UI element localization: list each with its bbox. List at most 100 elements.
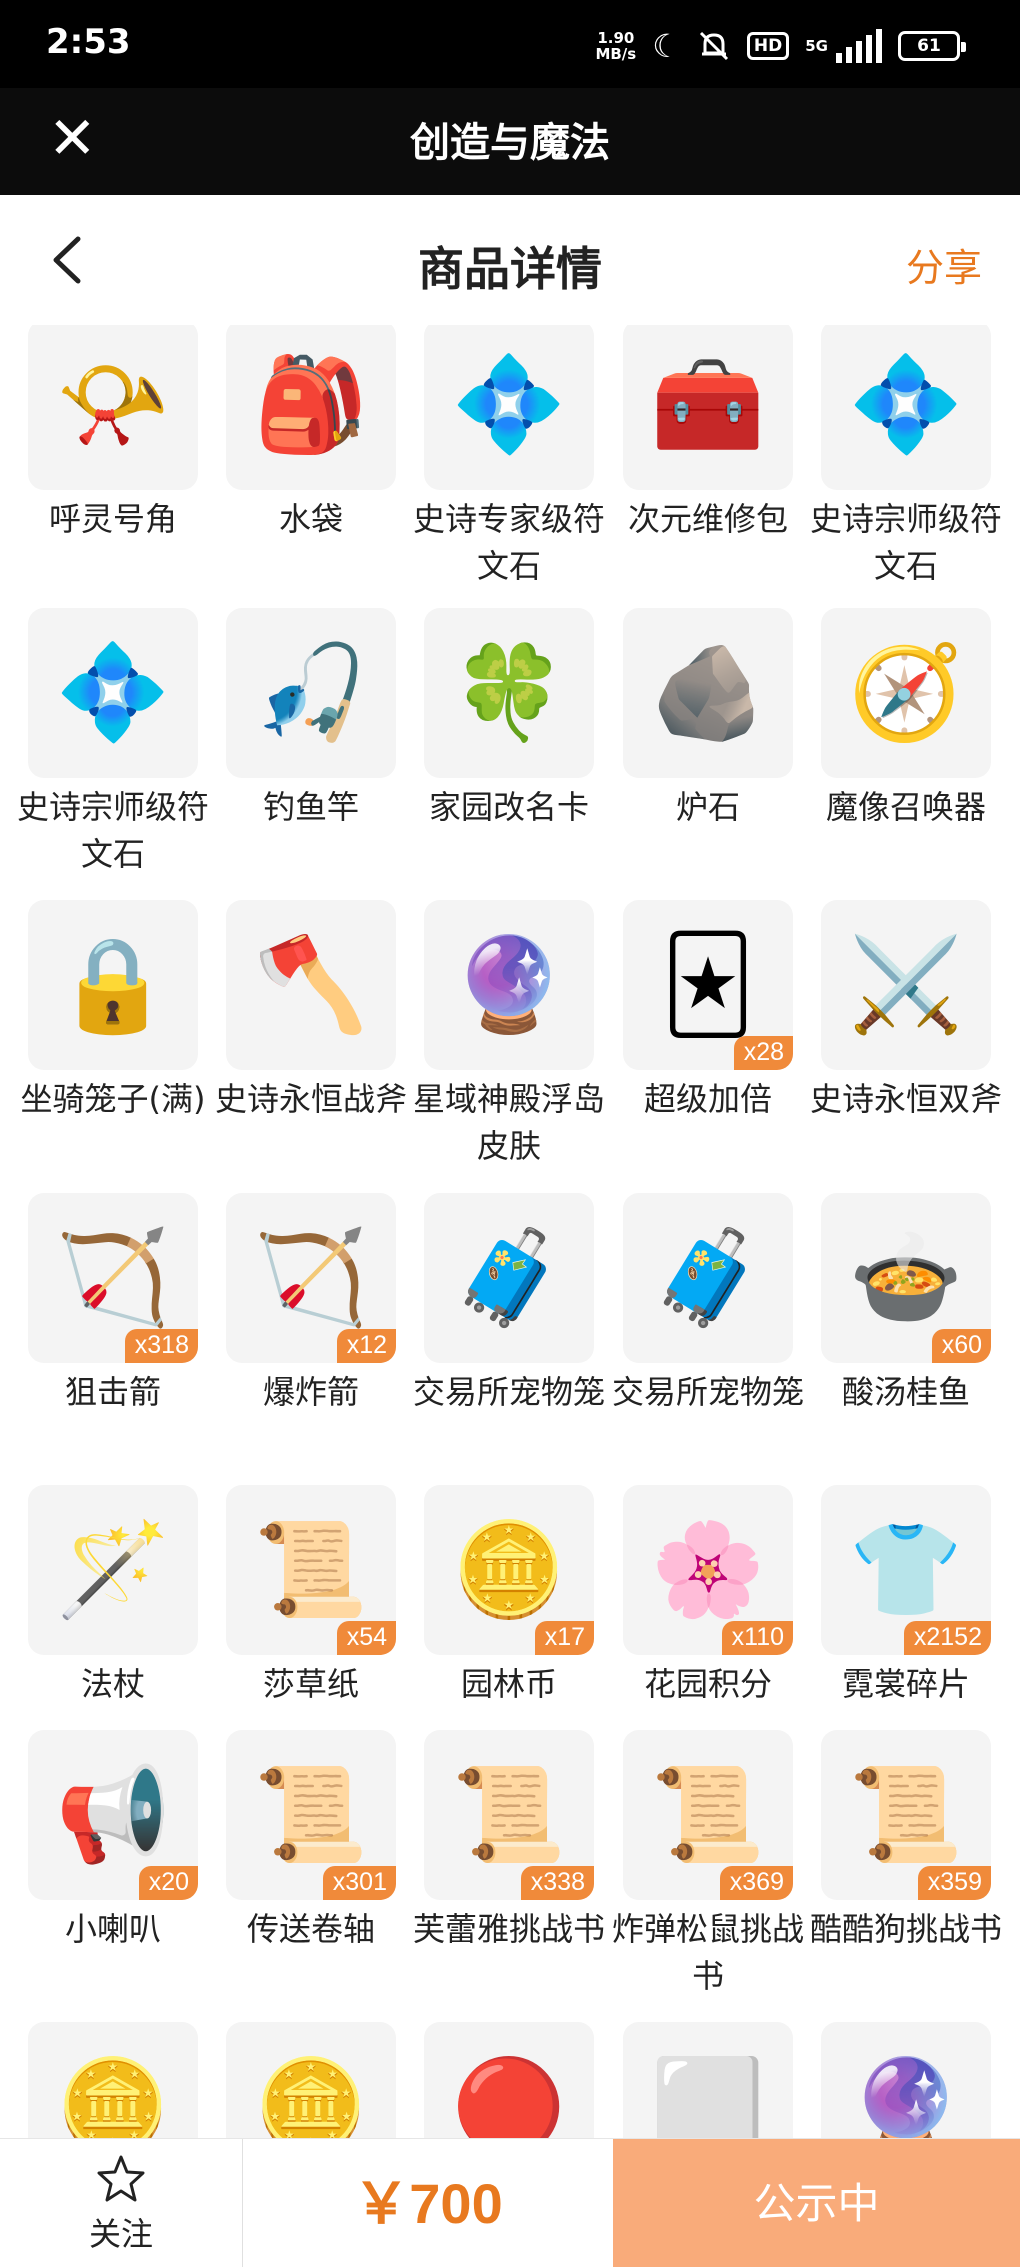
item-name: 交易所宠物笼 [413,1373,606,1411]
wanted-scroll-icon: 📜 [650,1761,766,1868]
item-card[interactable]: 🪙 [211,2022,411,2138]
item-thumbnail: 🧳 [623,1193,793,1363]
hearthstone-icon: 🪨 [650,639,766,746]
star-icon [97,2155,145,2202]
quantity-badge: x369 [719,1866,793,1900]
horn-icon: 📯 [55,351,171,458]
sniper-arrow-icon: 🏹 [55,1224,171,1331]
item-name: 史诗专家级符文石 [413,500,606,585]
quantity-badge: x301 [322,1866,396,1900]
item-card[interactable]: 🎣 钓鱼竿 [211,608,411,831]
staff-icon: 🪄 [55,1516,171,1623]
item-card[interactable]: 🪙 [13,2022,213,2138]
item-card[interactable]: 💠 史诗宗师级符文石 [13,608,213,878]
item-name: 家园改名卡 [428,788,589,826]
item-thumbnail: 📯 [28,325,198,490]
twin-axes-icon: ⚔️ [848,931,964,1038]
item-thumbnail: 🧳 [424,1193,594,1363]
item-card[interactable]: 📯 呼灵号角 [13,325,213,543]
item-thumbnail: 📜 x54 [226,1485,396,1655]
floating-island-icon: 🔮 [451,931,567,1038]
quantity-badge: x54 [336,1621,396,1655]
item-thumbnail: 💠 [28,608,198,778]
rune-stone-icon: 💠 [848,351,964,458]
item-card[interactable]: 🏹 x12 爆炸箭 [211,1193,411,1416]
network-speed-unit: MB/s [595,45,637,63]
megaphone-icon: 📢 [55,1761,171,1868]
item-card[interactable]: 🎒 水袋 [211,325,411,543]
network-speed-value: 1.90 [597,29,635,47]
item-thumbnail: 🧭 [821,608,991,778]
item-card[interactable]: 🧰 次元维修包 [608,325,808,543]
item-card[interactable]: 📜 x301 传送卷轴 [211,1730,411,1953]
rune-stone-icon: 💠 [55,639,171,746]
battery-icon: 61 [898,31,966,61]
item-card[interactable]: 🌸 x110 花园积分 [608,1485,808,1708]
item-card[interactable]: 💠 史诗宗师级符文石 [806,325,1006,590]
quantity-badge: x20 [138,1866,198,1900]
item-name: 水袋 [278,500,343,538]
share-button[interactable]: 分享 [906,237,982,292]
item-card[interactable]: 🔒 坐骑笼子(满) [13,900,213,1123]
quantity-badge: x28 [733,1036,793,1070]
item-card[interactable]: 🔴 [409,2022,609,2138]
item-card[interactable]: ⚔️ 史诗永恒双斧 [806,900,1006,1123]
item-card[interactable]: 🍀 家园改名卡 [409,608,609,831]
water-bag-icon: 🎒 [253,351,369,458]
item-name: 霓裳碎片 [841,1665,970,1703]
pet-cage-icon: 🧳 [650,1224,766,1331]
item-thumbnail: 🃏 x28 [623,900,793,1070]
item-card[interactable]: 📜 x54 莎草纸 [211,1485,411,1708]
item-card[interactable]: 📢 x20 小喇叭 [13,1730,213,1953]
item-name: 爆炸箭 [262,1373,359,1411]
muted-bell-icon [699,31,728,61]
item-card[interactable]: 👕 x2152 霓裳碎片 [806,1485,1006,1708]
item-thumbnail: ⚔️ [821,900,991,1070]
item-card[interactable]: ⬜ [608,2022,808,2138]
item-card[interactable]: 📜 x369 炸弹松鼠挑战书 [608,1730,808,2000]
gold-coin-icon: 🪙 [55,2053,171,2139]
item-card[interactable]: 🧭 魔像召唤器 [806,608,1006,831]
item-card[interactable]: 🪓 史诗永恒战斧 [211,900,411,1123]
item-thumbnail: 📜 x301 [226,1730,396,1900]
item-card[interactable]: 📜 x359 酷酷狗挑战书 [806,1730,1006,1953]
status-button[interactable]: 公示中 [613,2139,1020,2267]
page-title: 商品详情 [418,242,602,296]
item-thumbnail: 🪙 [28,2022,198,2138]
item-thumbnail: 🪄 [28,1485,198,1655]
garden-coin-icon: 🪙 [451,1516,567,1623]
item-name: 狙击箭 [64,1373,161,1411]
item-name: 钓鱼竿 [262,788,359,826]
item-card[interactable]: 🧳 交易所宠物笼 [608,1193,808,1416]
item-grid: 📯 呼灵号角 🎒 水袋 💠 史诗专家级符文石 🧰 次元维修包 💠 史诗宗师级符文石 💠 史诗宗师级符文… [0,325,1020,2138]
item-thumbnail: ⬜ [623,2022,793,2138]
item-card[interactable]: 🍲 x60 酸汤桂鱼 [806,1193,1006,1416]
item-thumbnail: 👕 x2152 [821,1485,991,1655]
item-name: 花园积分 [643,1665,772,1703]
item-card[interactable]: 💠 史诗专家级符文石 [409,325,609,590]
item-card[interactable]: 🪄 法杖 [13,1485,213,1708]
red-gem-coin-icon: 🔴 [451,2053,567,2139]
quantity-badge: x12 [336,1329,396,1363]
pet-cage-icon: 🧳 [451,1224,567,1331]
teleport-scroll-icon: 📜 [253,1761,369,1868]
item-thumbnail: 🔴 [424,2022,594,2138]
papyrus-icon: 📜 [253,1516,369,1623]
item-name: 炸弹松鼠挑战书 [612,1910,805,1995]
fish-dish-icon: 🍲 [848,1224,964,1331]
shirt-fragment-icon: 👕 [848,1516,964,1623]
item-card[interactable]: 🔮 星域神殿浮岛皮肤 [409,900,609,1170]
item-card[interactable]: 🪙 x17 园林币 [409,1485,609,1708]
app-title-bar: ✕ 创造与魔法 [0,88,1020,195]
follow-button[interactable]: 关注 [0,2139,243,2267]
item-card[interactable]: 🔮 [806,2022,1006,2138]
item-card[interactable]: 🧳 交易所宠物笼 [409,1193,609,1416]
item-thumbnail: 📜 x338 [424,1730,594,1900]
item-card[interactable]: 🃏 x28 超级加倍 [608,900,808,1123]
item-card[interactable]: 📜 x338 芙蕾雅挑战书 [409,1730,609,1953]
item-name: 园林币 [460,1665,557,1703]
item-name: 史诗永恒双斧 [810,1080,1003,1118]
item-name: 传送卷轴 [246,1910,375,1948]
item-card[interactable]: 🪨 炉石 [608,608,808,831]
item-card[interactable]: 🏹 x318 狙击箭 [13,1193,213,1416]
